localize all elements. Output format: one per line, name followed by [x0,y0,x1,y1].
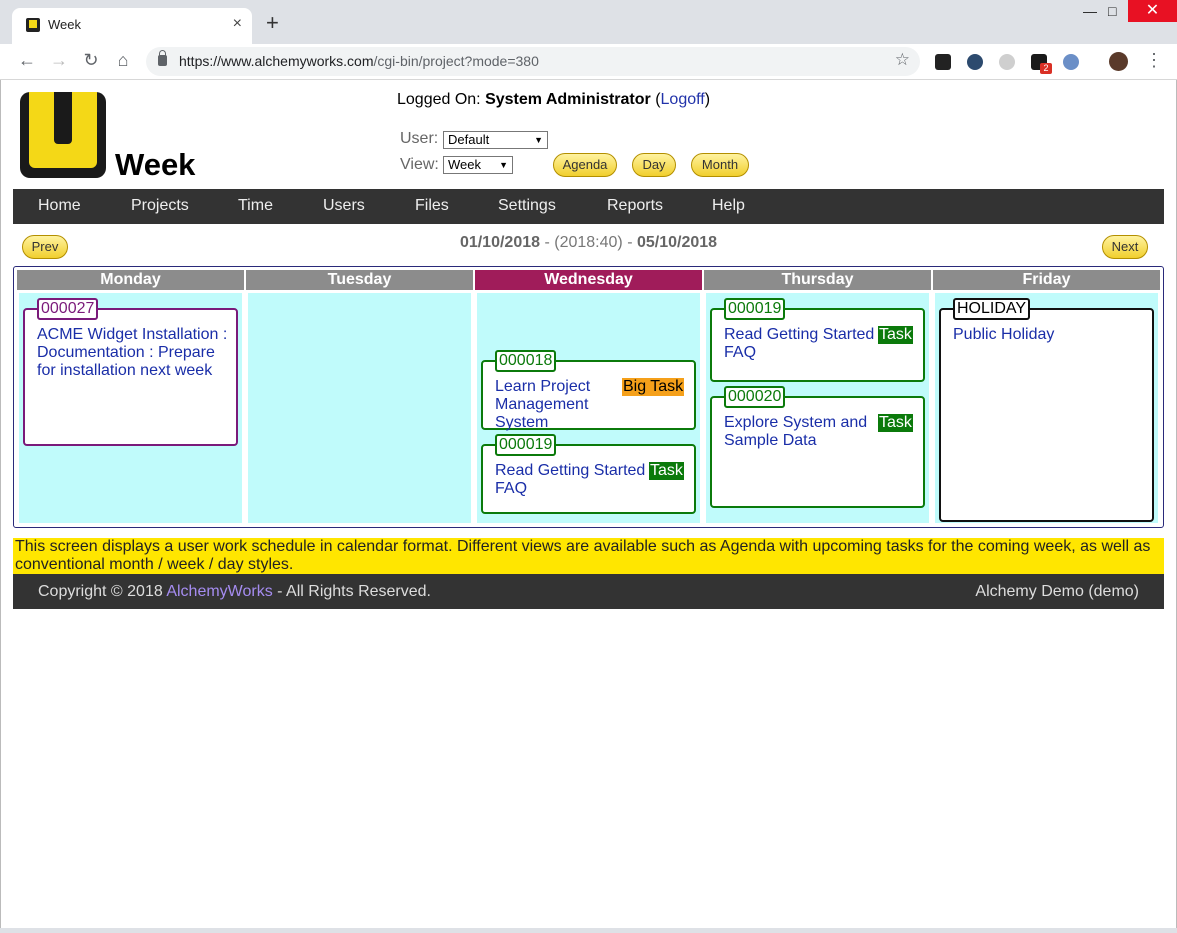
close-window-icon[interactable]: ✕ [1128,0,1177,22]
task-type-badge: Task [878,414,913,432]
week-logo [20,92,106,178]
extension-globe-icon[interactable] [1063,54,1079,70]
extension-blackberry-icon[interactable] [935,54,951,70]
week-number: (2018:40) [554,234,623,251]
end-date: 05/10/2018 [636,234,718,251]
nav-item-help[interactable]: Help [712,197,745,215]
task-card[interactable]: 000019 Read Getting Started FAQ Task [710,298,925,382]
lock-icon [158,50,167,66]
logged-on-label: Logged On: [397,91,481,108]
company-link[interactable]: AlchemyWorks [166,583,272,600]
task-card[interactable]: 000019 Read Getting Started FAQ Task [481,434,696,514]
minimize-icon[interactable]: — [1083,3,1097,19]
task-type-badge: Task [878,326,913,344]
task-text[interactable]: Read Getting Started FAQ [495,462,650,498]
close-tab-icon[interactable]: × [233,15,242,33]
task-text[interactable]: ACME Widget Installation : Documentation… [37,326,231,380]
window-border-left [0,80,1,933]
day-header-monday: Monday [17,270,244,290]
start-date: 01/10/2018 [459,234,541,251]
day-header-tuesday: Tuesday [246,270,473,290]
dropdown-arrow-icon: ▼ [499,160,508,170]
footer: Copyright © 2018 AlchemyWorks - All Righ… [13,574,1164,609]
task-type-badge: Task [649,462,684,480]
nav-item-time[interactable]: Time [238,197,273,215]
new-tab-icon[interactable]: + [266,12,279,34]
month-button[interactable]: Month [691,153,749,177]
address-bar[interactable]: https://www.alchemyworks.com/cgi-bin/pro… [146,47,920,76]
logged-on-status: Logged On: System Administrator (Logoff) [397,91,711,108]
user-select[interactable]: Default ▼ [443,131,548,149]
agenda-button[interactable]: Agenda [553,153,617,177]
browser-tab[interactable]: Week × [12,8,252,44]
home-icon[interactable]: ⌂ [112,50,134,71]
url-text[interactable]: https://www.alchemyworks.com/cgi-bin/pro… [179,53,539,69]
browser-toolbar: ← → ↻ ⌂ https://www.alchemyworks.com/cgi… [0,44,1177,80]
day-header-friday: Friday [933,270,1160,290]
copyright: Copyright © 2018 AlchemyWorks - All Righ… [38,583,431,600]
day-header-wednesday: Wednesday [475,270,702,290]
date-range: 01/10/2018 - (2018:40) - 05/10/2018 [459,234,718,251]
task-text[interactable]: Learn Project Management System [495,378,623,432]
week-favicon-icon [26,18,40,32]
task-text[interactable]: Public Holiday [953,326,1143,344]
profile-avatar[interactable] [1109,52,1128,71]
task-text[interactable]: Explore System and Sample Data [724,414,874,450]
task-type-badge: Big Task [622,378,685,396]
maximize-icon[interactable]: □ [1108,3,1116,19]
main-nav: Home Projects Time Users Files Settings … [13,189,1164,224]
extension-circle-icon[interactable] [999,54,1015,70]
view-label: View: [400,156,439,173]
back-icon[interactable]: ← [16,50,38,71]
day-column-tuesday[interactable] [248,293,471,523]
browser-menu-icon[interactable]: ⋮ [1145,50,1163,71]
user-label: User: [400,130,439,147]
task-id[interactable]: 000018 [495,350,557,372]
dropdown-arrow-icon: ▼ [534,135,543,145]
window-border-bottom [0,928,1177,933]
nav-item-reports[interactable]: Reports [607,197,663,215]
task-id[interactable]: 000027 [37,298,99,320]
next-week-button[interactable]: Next [1102,235,1148,259]
extension-badge: 2 [1040,63,1052,74]
logoff-link[interactable]: Logoff [661,91,705,108]
view-select[interactable]: Week ▼ [443,156,513,174]
nav-item-projects[interactable]: Projects [131,197,189,215]
current-user-name: System Administrator [485,91,651,108]
tab-title: Week [48,17,81,32]
forward-icon[interactable]: → [48,50,70,71]
task-text[interactable]: Read Getting Started FAQ [724,326,879,362]
extension-e-icon[interactable] [967,54,983,70]
holiday-card[interactable]: HOLIDAY Public Holiday [939,298,1154,522]
reload-icon[interactable]: ↻ [80,50,102,71]
task-card[interactable]: 000027 ACME Widget Installation : Docume… [23,298,238,446]
task-card[interactable]: 000018 Learn Project Management System B… [481,350,696,432]
nav-item-files[interactable]: Files [415,197,449,215]
day-button[interactable]: Day [632,153,676,177]
task-id[interactable]: 000019 [495,434,557,456]
account-name: Alchemy Demo (demo) [975,583,1139,600]
day-header-thursday: Thursday [704,270,931,290]
task-id[interactable]: 000019 [724,298,786,320]
task-card[interactable]: 000020 Explore System and Sample Data Ta… [710,386,925,508]
task-id: HOLIDAY [953,298,1031,320]
page-title: Week [115,147,196,182]
bookmark-star-icon[interactable]: ☆ [895,50,910,70]
nav-item-users[interactable]: Users [323,197,365,215]
task-id[interactable]: 000020 [724,386,786,408]
nav-item-settings[interactable]: Settings [498,197,556,215]
browser-tab-strip: Week × + — □ ✕ [0,0,1177,44]
help-info-bar: This screen displays a user work schedul… [13,538,1164,574]
nav-item-home[interactable]: Home [38,197,81,215]
